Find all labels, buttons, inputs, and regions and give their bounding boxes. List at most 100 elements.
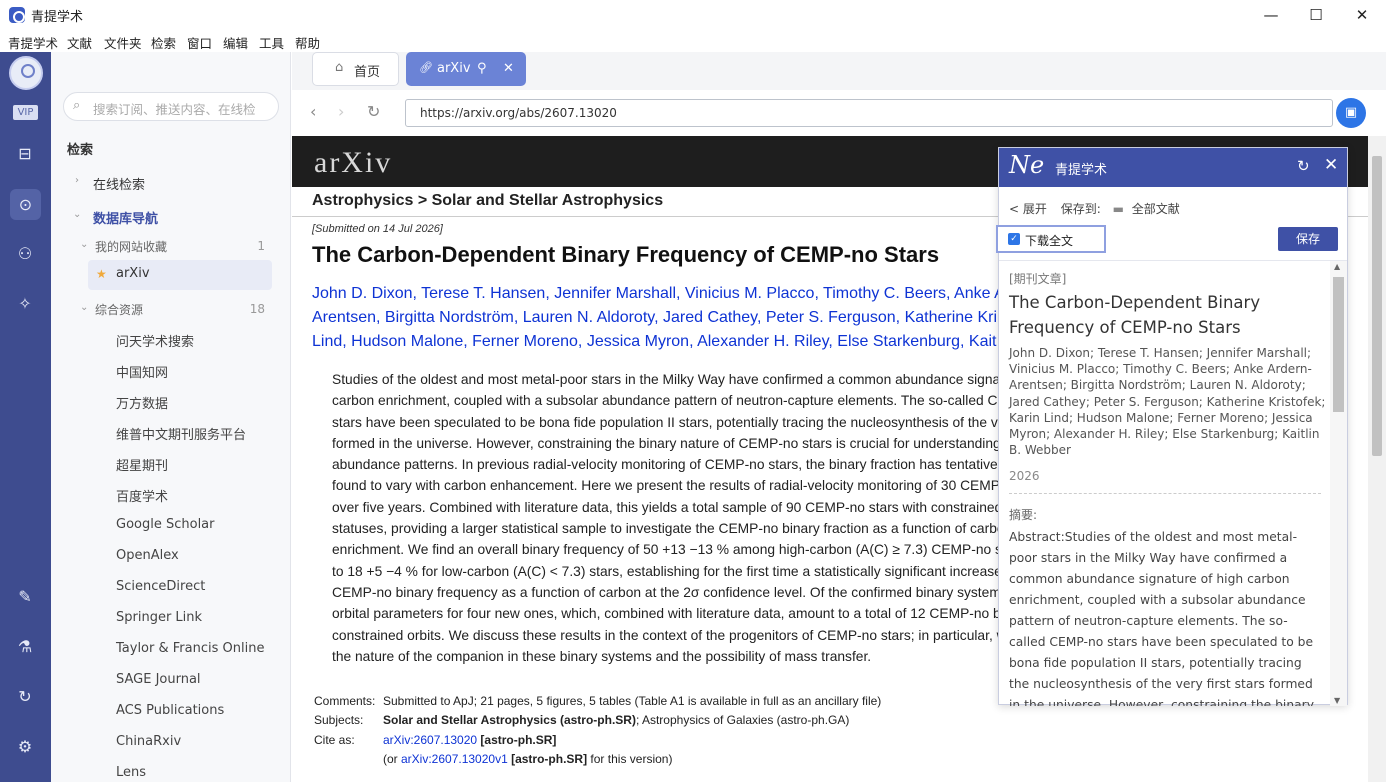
back-icon[interactable]: ‹ <box>310 102 316 121</box>
sidebar-resource-item[interactable]: Taylor & Francis Online <box>116 641 264 656</box>
authors-line[interactable]: John D. Dixon, Terese T. Hansen, Jennife… <box>312 282 1012 306</box>
tab-arxiv[interactable]: 🔗︎ arXiv ⚲ ✕ <box>406 52 526 86</box>
checkbox-checked-icon: ✓ <box>1008 233 1020 245</box>
minimize-button[interactable]: — <box>1248 0 1294 30</box>
menu-help[interactable]: 帮助 <box>295 33 320 52</box>
page-scrollbar-thumb[interactable] <box>1372 156 1382 456</box>
panel-close-icon[interactable]: ✕ <box>1324 155 1338 175</box>
library-icon[interactable]: ⊟ <box>14 143 36 165</box>
abstract-line: the nature of the companion in these bin… <box>332 648 872 664</box>
panel-content: [期刊文章] The Carbon-Dependent Binary Frequ… <box>999 260 1347 706</box>
tab-arxiv-label: arXiv <box>437 61 471 76</box>
abstract-line: found to vary with carbon enhancement. H… <box>332 478 1005 494</box>
panel-scrollbar[interactable]: ▲ ▼ <box>1330 261 1347 706</box>
folder-select[interactable]: 全部文献 <box>1132 202 1180 216</box>
sidebar-online-search[interactable]: › 在线检索 <box>51 168 291 196</box>
menu-tools[interactable]: 工具 <box>259 33 284 52</box>
refresh-icon[interactable]: ↻ <box>367 102 380 121</box>
search-icon: ⌕ <box>73 98 81 113</box>
panel-scrollbar-thumb[interactable] <box>1333 277 1344 412</box>
sidebar-resource-item[interactable]: 万方数据 <box>116 393 168 412</box>
abstract-line: statuses, providing a larger statistical… <box>332 521 1005 537</box>
subjects-main: Solar and Stellar Astrophysics (astro-ph… <box>383 713 636 727</box>
menu-folders[interactable]: 文件夹 <box>104 33 142 52</box>
abstract-line: constrained orbits. We discuss these res… <box>332 627 1007 643</box>
online-search-label: 在线检索 <box>93 178 146 193</box>
sidebar-resource-item[interactable]: Springer Link <box>116 610 202 625</box>
sidebar: ⌕ 搜索订阅、推送内容、在线检 检索 › 在线检索 ⌄ 数据库导航 ⌄ 我的网站… <box>51 52 291 782</box>
save-panel: Ne 青提学术 ↻ ✕ < 展开 保存到: ▬ 全部文献 ✓ 下载全文 保存 [… <box>996 147 1348 706</box>
favorites-label: 我的网站收藏 <box>95 240 168 254</box>
tab-bar: ⌂ 首页 🔗︎ arXiv ⚲ ✕ <box>292 52 1386 90</box>
abstract-line: formed in the universe. However, constra… <box>332 435 1009 451</box>
subject-header[interactable]: Astrophysics > Solar and Stellar Astroph… <box>312 192 663 210</box>
sidebar-resource-item[interactable]: ACS Publications <box>116 703 224 718</box>
sidebar-resource-item[interactable]: 百度学术 <box>116 486 168 505</box>
link-icon: 🔗︎ <box>419 61 433 74</box>
sidebar-favorites[interactable]: ⌄ 我的网站收藏 1 <box>51 232 291 260</box>
sidebar-item-arxiv-label: arXiv <box>116 266 150 281</box>
sync-icon[interactable]: ↻ <box>14 686 36 708</box>
sidebar-heading: 检索 <box>67 143 94 158</box>
paper-abstract: Studies of the oldest and most metal-poo… <box>332 369 1025 667</box>
sparkle-icon[interactable]: ✧ <box>14 293 36 315</box>
save-to-library-icon[interactable]: ▣ <box>1336 98 1366 128</box>
sidebar-resources[interactable]: ⌄ 综合资源 18 <box>51 295 291 323</box>
sidebar-resource-item[interactable]: SAGE Journal <box>116 672 201 687</box>
menu-search[interactable]: 检索 <box>151 33 176 52</box>
close-button[interactable]: ✕ <box>1339 0 1385 30</box>
arxiv-logo[interactable]: arXiv <box>314 146 392 180</box>
panel-save-button[interactable]: 保存 <box>1278 227 1338 251</box>
url-text: https://arxiv.org/abs/2607.13020 <box>420 106 617 120</box>
menu-window[interactable]: 窗口 <box>187 33 212 52</box>
favorites-count: 1 <box>257 239 265 253</box>
folder-icon: ▬ <box>1112 202 1124 216</box>
sidebar-search-input[interactable]: ⌕ 搜索订阅、推送内容、在线检 <box>63 92 279 121</box>
pin-icon[interactable]: ⚲ <box>477 61 487 76</box>
sidebar-resource-item[interactable]: ChinaRxiv <box>116 734 181 749</box>
settings-gear-icon[interactable]: ⚙ <box>14 736 36 758</box>
abstract-line: over five years. Combined with literatur… <box>332 499 1003 515</box>
download-fulltext-checkbox[interactable]: ✓ 下载全文 <box>996 225 1106 253</box>
sidebar-resource-item[interactable]: 问天学术搜索 <box>116 331 194 350</box>
scroll-down-icon[interactable]: ▼ <box>1334 696 1340 705</box>
cite-link[interactable]: arXiv:2607.13020 <box>383 733 477 747</box>
star-icon: ★ <box>96 267 107 281</box>
forward-icon[interactable]: › <box>338 102 344 121</box>
edit-icon[interactable]: ✎ <box>14 586 36 608</box>
menu-app[interactable]: 青提学术 <box>8 33 58 52</box>
cite2-post: for this version) <box>587 752 673 766</box>
sidebar-resource-item[interactable]: OpenAlex <box>116 548 179 563</box>
sidebar-resource-item[interactable]: 超星期刊 <box>116 455 168 474</box>
resources-label: 综合资源 <box>95 303 144 317</box>
comments-row: Comments: Submitted to ApJ; 21 pages, 5 f… <box>314 694 881 708</box>
scroll-up-icon[interactable]: ▲ <box>1334 262 1340 271</box>
users-icon[interactable]: ⚇ <box>14 243 36 265</box>
url-bar[interactable]: https://arxiv.org/abs/2607.13020 <box>405 99 1333 127</box>
sidebar-resource-item[interactable]: Lens <box>116 765 146 780</box>
sidebar-resource-item[interactable]: ScienceDirect <box>116 579 205 594</box>
expand-button[interactable]: < 展开 <box>1009 202 1047 216</box>
page-scrollbar[interactable] <box>1368 136 1386 782</box>
sidebar-resource-item[interactable]: Google Scholar <box>116 517 215 532</box>
avatar[interactable] <box>9 56 43 90</box>
panel-header: Ne 青提学术 ↻ ✕ <box>999 148 1347 187</box>
maximize-button[interactable]: ☐ <box>1293 0 1339 30</box>
refresh-icon[interactable]: ↻ <box>1297 157 1310 175</box>
menu-edit[interactable]: 编辑 <box>223 33 248 52</box>
menu-documents[interactable]: 文献 <box>67 33 92 52</box>
sidebar-resource-item[interactable]: 中国知网 <box>116 362 168 381</box>
search-nav-icon[interactable]: ⊙ <box>10 189 41 220</box>
cite-version-link[interactable]: arXiv:2607.13020v1 <box>401 752 508 766</box>
authors-line[interactable]: Lind, Hudson Malone, Ferner Moreno, Jess… <box>312 330 1012 354</box>
tab-home[interactable]: ⌂ 首页 <box>312 52 399 86</box>
sidebar-db-nav[interactable]: ⌄ 数据库导航 <box>51 202 291 230</box>
comments-key: Comments: <box>314 694 376 708</box>
flask-icon[interactable]: ⚗ <box>14 636 36 658</box>
sidebar-resource-item[interactable]: 维普中文期刊服务平台 <box>116 424 246 443</box>
tab-close-icon[interactable]: ✕ <box>503 61 514 76</box>
abstract-line: orbital parameters for four new ones, wh… <box>332 606 1004 622</box>
home-icon: ⌂ <box>335 60 344 75</box>
cite2-pre: (or <box>383 752 401 766</box>
authors-line[interactable]: Arentsen, Birgitta Nordström, Lauren N. … <box>312 306 1012 330</box>
